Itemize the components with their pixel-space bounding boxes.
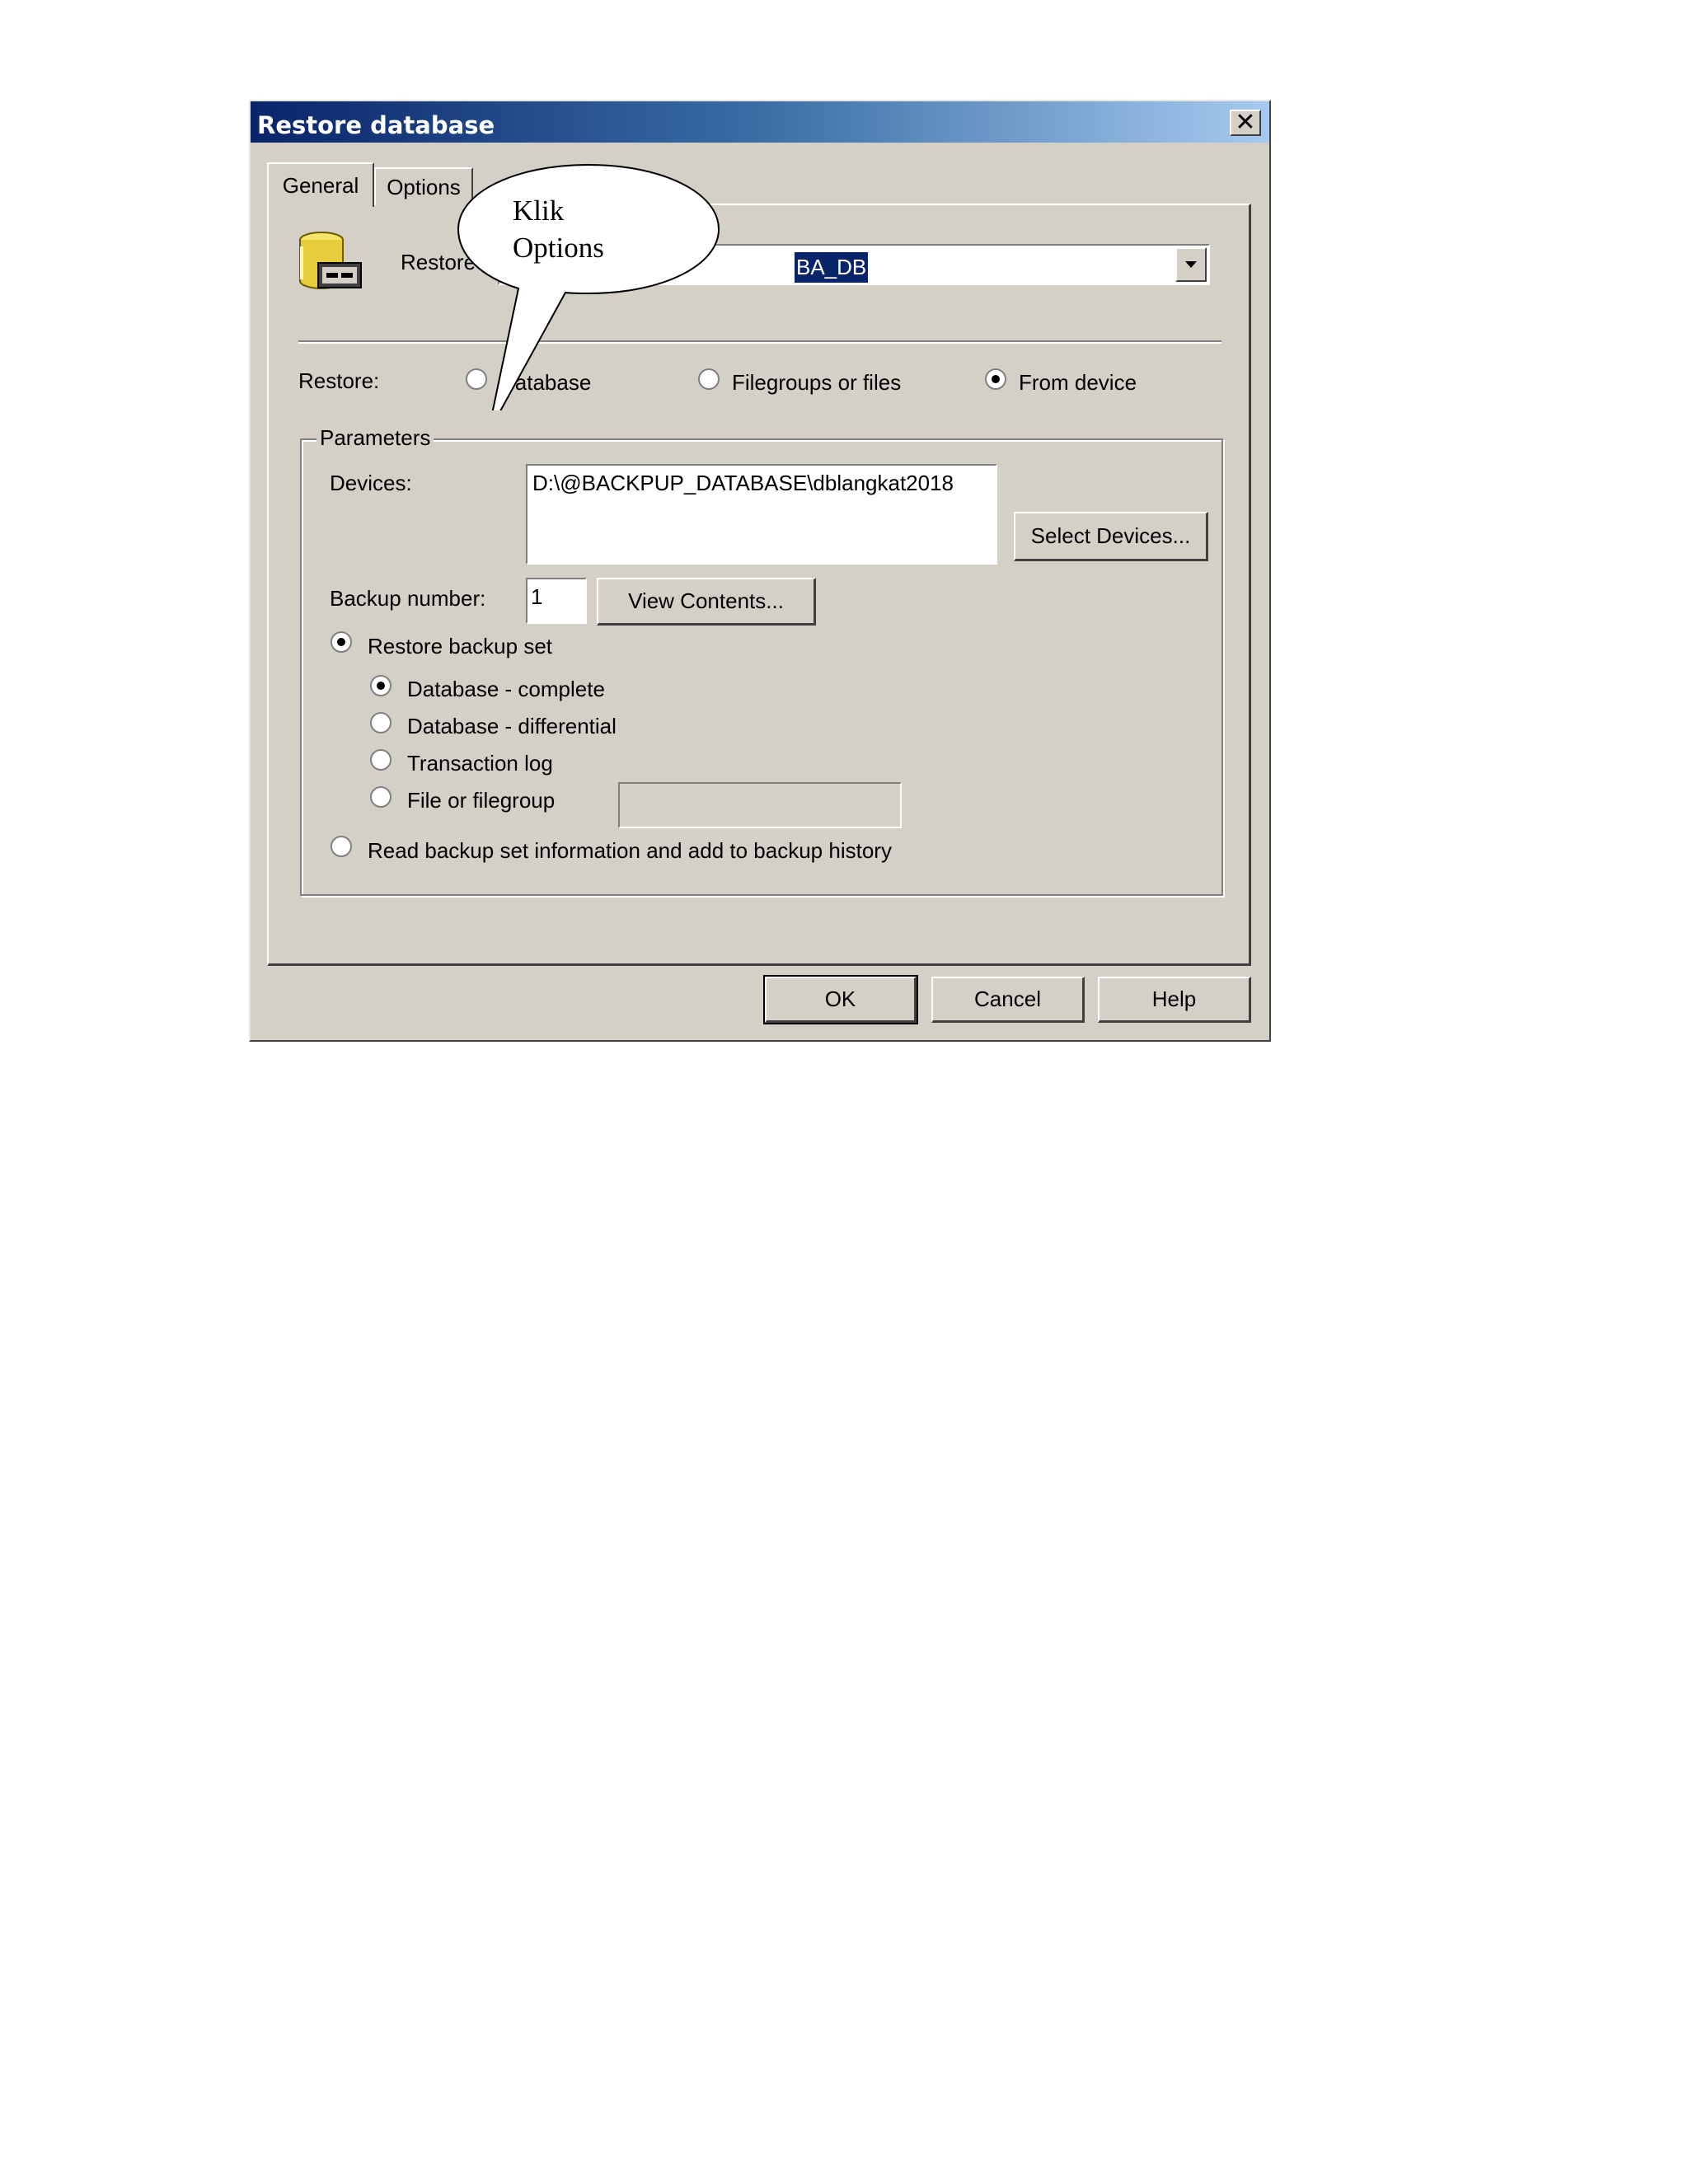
- radio-restore-backup-set[interactable]: [330, 630, 353, 654]
- select-devices-button[interactable]: Select Devices...: [1014, 512, 1208, 561]
- file-or-filegroup-label: File or filegroup: [407, 788, 556, 813]
- radio-from-device[interactable]: [984, 368, 1007, 391]
- tab-general[interactable]: General: [267, 162, 374, 207]
- restore-backup-set-label: Restore backup set: [368, 634, 553, 658]
- radio-read-backup-info[interactable]: [330, 835, 353, 858]
- backup-number-input[interactable]: 1: [526, 578, 587, 624]
- devices-label: Devices:: [330, 471, 412, 495]
- transaction-log-label: Transaction log: [407, 751, 553, 776]
- backup-number-label: Backup number:: [330, 586, 486, 611]
- radio-database-differential[interactable]: [369, 711, 392, 734]
- cancel-button[interactable]: Cancel: [931, 977, 1085, 1023]
- view-contents-button[interactable]: View Contents...: [597, 578, 816, 626]
- ok-button[interactable]: OK: [763, 975, 918, 1024]
- radio-checked-icon: [370, 675, 392, 696]
- callout-text: Klik Options: [513, 192, 604, 266]
- parameters-legend: Parameters: [316, 427, 434, 448]
- database-differential-label: Database - differential: [407, 714, 617, 738]
- radio-filegroups-label: Filegroups or files: [732, 370, 902, 395]
- combo-dropdown-button[interactable]: [1175, 247, 1207, 282]
- radio-file-or-filegroup[interactable]: [369, 785, 392, 808]
- radio-icon: [370, 786, 392, 808]
- radio-from-device-label: From device: [1019, 370, 1137, 395]
- close-icon: ✕: [1235, 108, 1256, 137]
- radio-transaction-log[interactable]: [369, 748, 392, 771]
- devices-list[interactable]: D:\@BACKPUP_DATABASE\dblangkat2018: [526, 464, 997, 565]
- database-complete-label: Database - complete: [407, 677, 605, 701]
- chevron-down-icon: [1185, 261, 1197, 268]
- database-icon: [299, 232, 362, 289]
- restore-label: Restore:: [298, 368, 380, 393]
- callout-line-1: Klik: [513, 194, 565, 227]
- radio-checked-icon: [985, 368, 1006, 390]
- title-bar[interactable]: Restore database ✕: [251, 101, 1269, 143]
- radio-icon: [331, 836, 352, 857]
- restore-database-dialog: Restore database ✕ General Options Resto…: [249, 100, 1271, 1042]
- radio-icon: [370, 712, 392, 733]
- window-title: Restore database: [257, 111, 495, 139]
- help-button[interactable]: Help: [1098, 977, 1251, 1023]
- filegroup-input[interactable]: [618, 782, 902, 828]
- database-combo-value: BA_DB: [795, 252, 869, 283]
- tab-general-label: General: [282, 173, 359, 198]
- tab-options-label: Options: [387, 175, 461, 199]
- separator: [298, 340, 1221, 344]
- callout-line-2: Options: [513, 232, 604, 264]
- radio-icon: [370, 749, 392, 771]
- radio-database-complete[interactable]: [369, 674, 392, 697]
- close-button[interactable]: ✕: [1230, 110, 1261, 136]
- radio-checked-icon: [331, 631, 352, 653]
- read-backup-info-label: Read backup set information and add to b…: [368, 838, 892, 863]
- devices-list-item[interactable]: D:\@BACKPUP_DATABASE\dblangkat2018: [532, 472, 954, 494]
